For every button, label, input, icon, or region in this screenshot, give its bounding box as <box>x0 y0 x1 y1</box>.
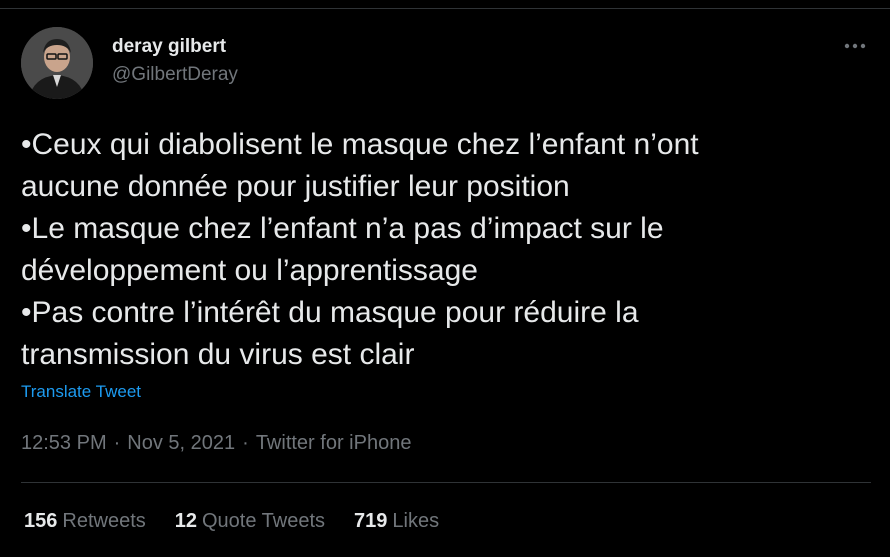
tweet-line: aucune donnée pour justifier leur positi… <box>21 170 570 203</box>
retweets-stat[interactable]: 156 Retweets <box>24 510 146 533</box>
avatar[interactable] <box>21 27 93 99</box>
tweet-text: •Ceux qui diabolisent le masque chez l’e… <box>21 124 871 376</box>
author-handle[interactable]: @GilbertDeray <box>112 64 238 86</box>
more-options-button[interactable] <box>836 32 874 60</box>
tweet-line: •Ceux qui diabolisent le masque chez l’e… <box>21 128 699 161</box>
top-divider <box>0 8 890 9</box>
tweet-line: développement ou l’apprentissage <box>21 254 478 287</box>
retweets-count: 156 <box>24 510 58 532</box>
avatar-photo <box>21 27 93 99</box>
tweet-meta: 12:53 PM · Nov 5, 2021 · Twitter for iPhone <box>21 432 411 455</box>
tweet-source[interactable]: Twitter for iPhone <box>256 432 412 454</box>
tweet-line: transmission du virus est clair <box>21 338 415 371</box>
tweet-date[interactable]: Nov 5, 2021 <box>127 432 235 454</box>
quote-tweets-count: 12 <box>174 510 197 532</box>
stats-divider <box>21 482 871 483</box>
tweet-stats: 156 Retweets 12 Quote Tweets 719 Likes <box>24 510 468 533</box>
tweet-time[interactable]: 12:53 PM <box>21 432 107 454</box>
author-display-name[interactable]: deray gilbert <box>112 36 226 58</box>
translate-tweet-link[interactable]: Translate Tweet <box>21 382 141 402</box>
retweets-label: Retweets <box>62 510 146 532</box>
meta-separator: · <box>242 432 249 454</box>
tweet-line: •Le masque chez l’enfant n’a pas d’impac… <box>21 212 664 245</box>
likes-label: Likes <box>392 510 440 532</box>
likes-stat[interactable]: 719 Likes <box>354 510 439 533</box>
likes-count: 719 <box>354 510 388 532</box>
tweet-line: •Pas contre l’intérêt du masque pour réd… <box>21 296 639 329</box>
quote-tweets-label: Quote Tweets <box>202 510 326 532</box>
more-horizontal-icon <box>844 43 866 49</box>
meta-separator: · <box>113 432 121 454</box>
quote-tweets-stat[interactable]: 12 Quote Tweets <box>175 510 325 533</box>
